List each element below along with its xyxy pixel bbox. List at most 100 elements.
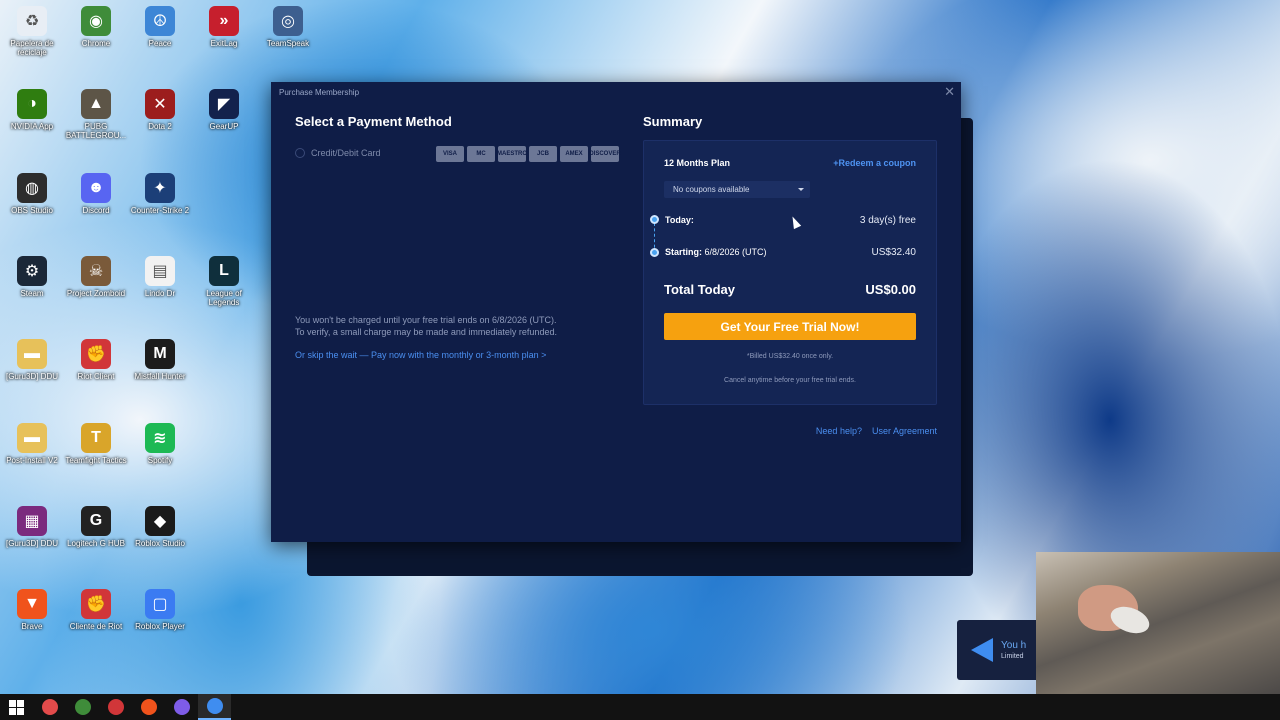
purchase-membership-dialog: Purchase Membership ✕ Select a Payment M…: [271, 82, 961, 542]
desktop-icon-label: Chrome: [81, 39, 111, 48]
desktop-icon-folder[interactable]: ▬ [Guru3D] DDU: [0, 339, 64, 381]
desktop-icon-exitlag[interactable]: » ExitLag: [192, 6, 256, 48]
gearup-logo-icon: [971, 638, 993, 662]
desktop-icon-obs[interactable]: ◍ OBS Studio: [0, 173, 64, 215]
discord-icon: ☻: [81, 173, 111, 203]
free-trial-button[interactable]: Get Your Free Trial Now!: [664, 313, 916, 340]
desktop-icon-gearup[interactable]: ◤ GearUP: [192, 89, 256, 131]
desktop-icon-brave[interactable]: ▼ Brave: [0, 589, 64, 631]
ghub-icon: G: [81, 506, 111, 536]
skip-wait-link[interactable]: Or skip the wait — Pay now with the mont…: [295, 350, 546, 360]
desktop-icon-pubg[interactable]: ▲ PUBG BATTLEGROU...: [64, 89, 128, 140]
multi-app-icon: [173, 699, 190, 715]
desktop-icon-winrar[interactable]: ▦ [Guru3D] DDU: [0, 506, 64, 548]
desktop-icon-label: Mistfall Hunter: [134, 372, 186, 381]
desktop-icon-roblox-studio[interactable]: ◆ Roblox Studio: [128, 506, 192, 548]
folder-icon: ▬: [17, 339, 47, 369]
desktop-icon-steam[interactable]: ⚙ Steam: [0, 256, 64, 298]
need-help-link[interactable]: Need help?: [816, 426, 862, 436]
steam-icon: ⚙: [17, 256, 47, 286]
desktop-icon-label: Steam: [20, 289, 44, 298]
desktop-icon-cs2[interactable]: ✦ Counter-Strike 2: [128, 173, 192, 215]
desktop-icon-label: League of Legends: [206, 289, 242, 307]
taskbar-windows-start[interactable]: [0, 694, 33, 720]
card-logos: VISA MC MAESTRO JCB AMEX DISCOVER: [436, 146, 621, 162]
total-today-label: Total Today: [664, 282, 736, 297]
trial-note: You won't be charged until your free tri…: [295, 314, 615, 338]
timeline-dot-today: [650, 215, 659, 224]
desktop-icon-label: ExitLag: [210, 39, 238, 48]
close-icon[interactable]: ✕: [944, 84, 955, 100]
desktop-icon-ghub[interactable]: G Logitech G HUB: [64, 506, 128, 548]
discover-icon: DISCOVER: [589, 146, 621, 162]
desktop-icon-label: Spotify: [147, 456, 173, 465]
riot-icon: ✊: [81, 339, 111, 369]
desktop-icon-file[interactable]: ▤ Lindo Dr: [128, 256, 192, 298]
desktop-icon-chrome[interactable]: ◉ Chrome: [64, 6, 128, 48]
desktop-icon-riot[interactable]: ✊ Riot Client: [64, 339, 128, 381]
recycle-bin-icon: ♻: [17, 6, 47, 36]
desktop-icon-spotify[interactable]: ≋ Spotify: [128, 423, 192, 465]
desktop-icon-recycle-bin[interactable]: ♻ Papelera de reciclaje: [0, 6, 64, 57]
desktop-icon-zomboid[interactable]: ☠ Project Zomboid: [64, 256, 128, 298]
taskbar-chrome[interactable]: [66, 694, 99, 720]
desktop-icon-label: Roblox Player: [135, 622, 185, 631]
desktop-icon-label: Logitech G HUB: [67, 539, 125, 548]
peace-icon: ☮: [145, 6, 175, 36]
brave-icon: [140, 699, 157, 715]
taskbar-gearup[interactable]: [198, 694, 231, 720]
amex-icon: AMEX: [560, 146, 588, 162]
gearup-icon: [206, 698, 223, 714]
desktop-icon-label: Discord: [82, 206, 110, 215]
notification-toast[interactable]: You h Limited: [957, 620, 1042, 680]
toast-title: You h: [1001, 640, 1027, 651]
desktop-icon-dota2[interactable]: ✕ Dota 2: [128, 89, 192, 131]
desktop-icon-lol[interactable]: L League of Legends: [192, 256, 256, 307]
desktop-icon-label: Dota 2: [148, 122, 172, 131]
credit-card-radio[interactable]: [295, 148, 305, 158]
coupon-dropdown[interactable]: No coupons available: [664, 181, 810, 198]
chrome-icon: [74, 699, 91, 715]
desktop-icon-label: Teamfight Tactics: [65, 456, 127, 465]
redeem-coupon-link[interactable]: +Redeem a coupon: [833, 158, 916, 168]
desktop-icon-riot[interactable]: ✊ Cliente de Riot: [64, 589, 128, 631]
winrar-icon: ▦: [17, 506, 47, 536]
desktop-icon-label: Project Zomboid: [66, 289, 126, 298]
cs2-icon: ✦: [145, 173, 175, 203]
desktop-icon-label: Roblox Studio: [135, 539, 185, 548]
desktop-icon-mistfall[interactable]: M Mistfall Hunter: [128, 339, 192, 381]
desktop-icon-nvidia[interactable]: ◑ NVIDIA App: [0, 89, 64, 131]
user-agreement-link[interactable]: User Agreement: [872, 426, 937, 436]
gearup-icon: ◤: [209, 89, 239, 119]
desktop-icon-folder[interactable]: ▬ Post-Install V2: [0, 423, 64, 465]
taskbar-screen-recorder[interactable]: [33, 694, 66, 720]
desktop-icon-discord[interactable]: ☻ Discord: [64, 173, 128, 215]
desktop-icon-tft[interactable]: T Teamfight Tactics: [64, 423, 128, 465]
credit-card-label: Credit/Debit Card: [311, 148, 381, 158]
taskbar-brave[interactable]: [132, 694, 165, 720]
jcb-icon: JCB: [529, 146, 557, 162]
taskbar-riot[interactable]: [99, 694, 132, 720]
today-label: Today:: [665, 215, 694, 225]
desktop-icon-label: TeamSpeak: [266, 39, 310, 48]
credit-card-option[interactable]: Credit/Debit Card: [295, 148, 381, 158]
desktop-icon-teamspeak[interactable]: ◎ TeamSpeak: [256, 6, 320, 48]
starting-label: Starting: 6/8/2026 (UTC): [665, 247, 767, 257]
plan-name: 12 Months Plan: [664, 158, 731, 168]
desktop-icon-peace[interactable]: ☮ Peace: [128, 6, 192, 48]
visa-icon: VISA: [436, 146, 464, 162]
coupon-dropdown-value: No coupons available: [673, 185, 750, 194]
today-value: 3 day(s) free: [859, 215, 916, 226]
brave-icon: ▼: [17, 589, 47, 619]
folder-icon: ▬: [17, 423, 47, 453]
starting-value: US$32.40: [871, 247, 916, 258]
mastercard-icon: MC: [467, 146, 495, 162]
desktop-icon-roblox[interactable]: ▢ Roblox Player: [128, 589, 192, 631]
roblox-studio-icon: ◆: [145, 506, 175, 536]
summary-heading: Summary: [643, 114, 703, 129]
taskbar-multi-app[interactable]: [165, 694, 198, 720]
maestro-icon: MAESTRO: [497, 146, 527, 162]
cancel-note: Cancel anytime before your free trial en…: [724, 377, 856, 384]
payment-method-heading: Select a Payment Method: [295, 114, 452, 129]
desktop-icon-label: Cliente de Riot: [69, 622, 123, 631]
